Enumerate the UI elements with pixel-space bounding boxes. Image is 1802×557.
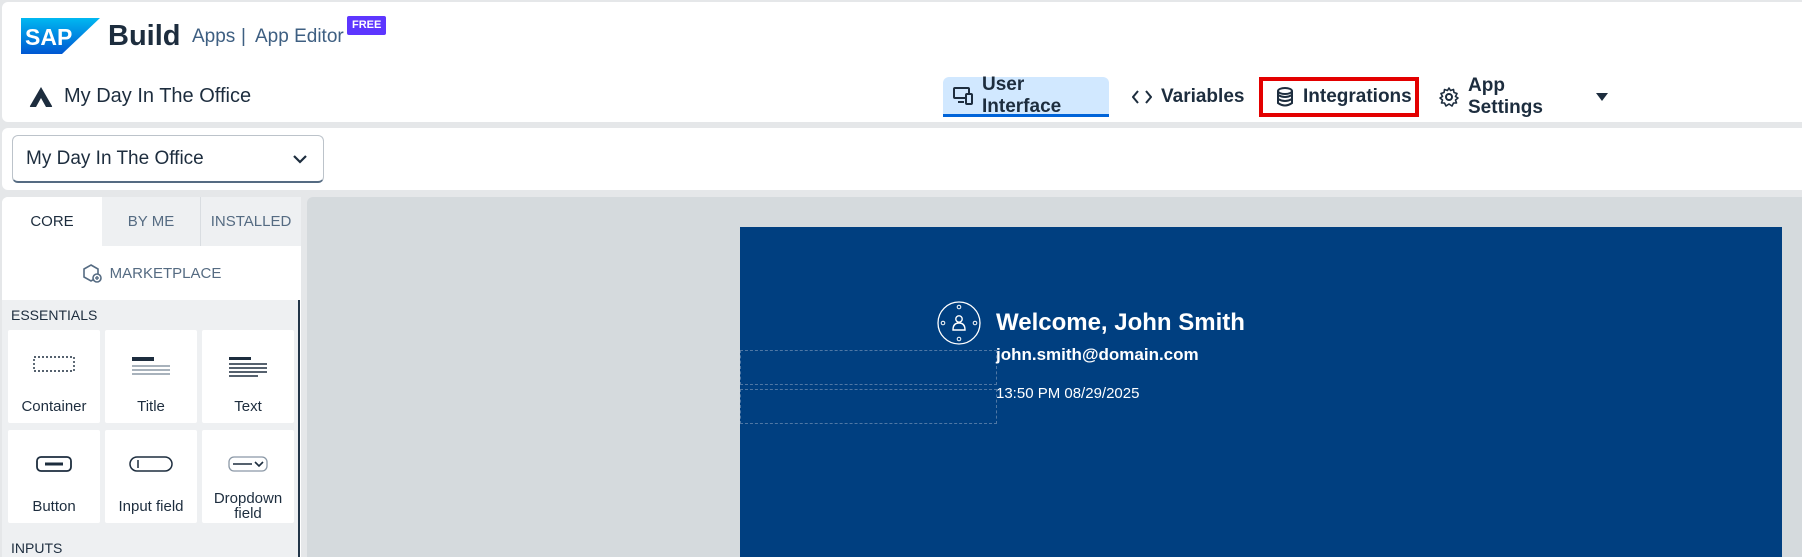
marketplace-icon — [82, 264, 102, 283]
component-container-label: Container — [21, 398, 87, 415]
essentials-title: ESSENTIALS — [11, 307, 98, 323]
breadcrumb-app-editor: App Editor — [255, 26, 344, 47]
tab-app-settings[interactable]: App Settings — [1429, 75, 1619, 118]
button-icon — [36, 456, 72, 472]
component-text-label: Text — [234, 398, 262, 415]
tab-by-me[interactable]: BY ME — [102, 197, 201, 246]
tab-installed[interactable]: INSTALLED — [201, 197, 301, 246]
text-icon — [229, 357, 267, 377]
app-page-preview[interactable]: Welcome, John Smith john.smith@domain.co… — [740, 227, 1782, 557]
shell-header: SAP Build Apps | App Editor FREE My Day … — [2, 2, 1802, 122]
tab-app-settings-label: App Settings — [1468, 75, 1543, 118]
inputs-title: INPUTS — [11, 540, 63, 556]
app-selector-bar: My Day In The Office — [2, 128, 1802, 190]
component-button[interactable]: Button — [8, 430, 100, 523]
tab-integrations-label: Integrations — [1303, 86, 1412, 107]
user-email[interactable]: john.smith@domain.com — [996, 345, 1199, 365]
container-icon — [33, 356, 75, 372]
tab-core[interactable]: CORE — [2, 197, 102, 246]
tab-user-interface[interactable]: User Interface — [943, 73, 1109, 117]
component-dropdown-field[interactable]: Dropdown field — [202, 430, 294, 523]
breadcrumb-apps[interactable]: Apps — [192, 26, 235, 48]
component-panel: CORE BY ME INSTALLED MARKETPLACE ESSENTI… — [2, 197, 301, 557]
monitor-phone-icon — [953, 86, 973, 105]
component-input-field-label: Input field — [118, 498, 184, 515]
component-container[interactable]: Container — [8, 330, 100, 423]
editor-canvas: Welcome, John Smith john.smith@domain.co… — [307, 197, 1802, 557]
brand-title: Build — [108, 20, 181, 52]
current-datetime[interactable]: 13:50 PM 08/29/2025 — [996, 385, 1139, 402]
component-button-label: Button — [32, 498, 76, 515]
component-dropdown-label-line1: Dropdown — [213, 490, 283, 507]
empty-container-placeholder[interactable] — [740, 389, 997, 424]
code-brackets-icon — [1132, 90, 1152, 104]
input-field-icon — [129, 456, 173, 472]
title-icon — [132, 357, 170, 375]
breadcrumb-separator: | — [241, 26, 246, 47]
tab-variables[interactable]: Variables — [1122, 77, 1250, 117]
marketplace-link[interactable]: MARKETPLACE — [2, 246, 301, 300]
component-title[interactable]: Title — [105, 330, 197, 423]
empty-container-placeholder[interactable] — [740, 350, 997, 385]
free-badge: FREE — [347, 16, 387, 35]
dropdown-field-icon — [228, 456, 268, 472]
marketplace-label: MARKETPLACE — [109, 264, 222, 282]
app-logo-icon — [29, 87, 53, 107]
app-name: My Day In The Office — [64, 85, 252, 107]
tab-integrations[interactable]: Integrations — [1259, 77, 1419, 117]
chevron-down-icon — [293, 155, 307, 164]
caret-down-icon[interactable] — [1595, 92, 1609, 102]
component-tabs: CORE BY ME INSTALLED — [2, 197, 301, 246]
sap-logo[interactable]: SAP — [21, 18, 100, 54]
component-title-label: Title — [137, 398, 165, 415]
tab-user-interface-label: User Interface — [982, 73, 1062, 117]
tab-variables-label: Variables — [1161, 86, 1245, 107]
component-input-field[interactable]: Input field — [105, 430, 197, 523]
app-select-value: My Day In The Office — [26, 148, 204, 169]
gear-icon — [1439, 87, 1459, 107]
sap-logo-text: SAP — [25, 24, 72, 50]
avatar-icon[interactable] — [937, 301, 981, 345]
welcome-title[interactable]: Welcome, John Smith — [996, 309, 1245, 337]
database-icon — [1277, 87, 1293, 107]
app-select-dropdown[interactable]: My Day In The Office — [12, 135, 324, 183]
essentials-section: ESSENTIALS Container Title Text Button I… — [2, 300, 300, 557]
component-text[interactable]: Text — [202, 330, 294, 423]
component-dropdown-label-line2: field — [234, 505, 262, 522]
